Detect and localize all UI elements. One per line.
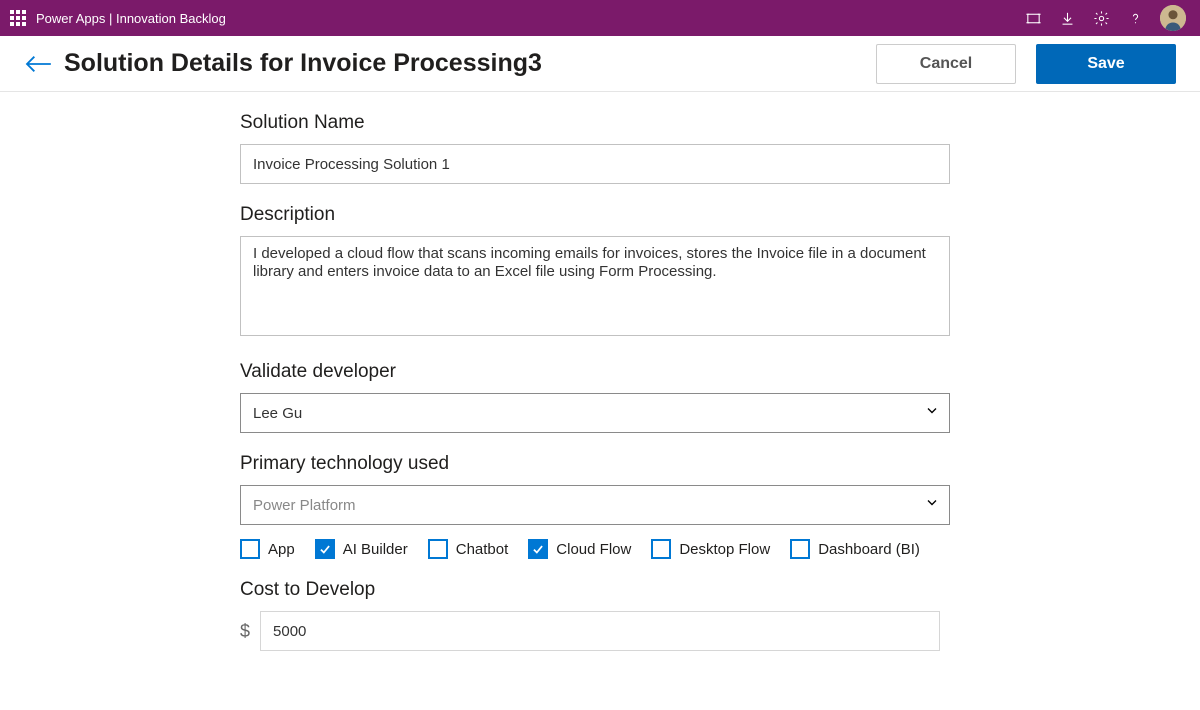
checkbox-box bbox=[528, 539, 548, 559]
validate-developer-label: Validate developer bbox=[240, 361, 950, 383]
field-solution-name: Solution Name bbox=[240, 112, 950, 184]
currency-symbol: $ bbox=[240, 621, 250, 642]
form: Solution Name Description I developed a … bbox=[0, 92, 960, 651]
checkbox-label: App bbox=[268, 541, 295, 558]
checkbox-chatbot[interactable]: Chatbot bbox=[428, 539, 509, 559]
checkbox-label: AI Builder bbox=[343, 541, 408, 558]
validate-developer-select[interactable]: Lee Gu bbox=[240, 393, 950, 433]
topbar-actions bbox=[1024, 5, 1186, 31]
page-title: Solution Details for Invoice Processing3 bbox=[64, 49, 542, 78]
field-cost: Cost to Develop $ bbox=[240, 579, 950, 651]
checkbox-label: Dashboard (BI) bbox=[818, 541, 920, 558]
description-input[interactable]: I developed a cloud flow that scans inco… bbox=[240, 236, 950, 336]
download-icon[interactable] bbox=[1058, 9, 1076, 27]
back-button[interactable] bbox=[20, 46, 56, 82]
cost-input[interactable] bbox=[260, 611, 940, 651]
checkbox-label: Cloud Flow bbox=[556, 541, 631, 558]
checkbox-dashboard-bi-[interactable]: Dashboard (BI) bbox=[790, 539, 920, 559]
checkbox-box bbox=[790, 539, 810, 559]
checkbox-label: Desktop Flow bbox=[679, 541, 770, 558]
page-header: Solution Details for Invoice Processing3… bbox=[0, 36, 1200, 92]
checkbox-box bbox=[651, 539, 671, 559]
avatar[interactable] bbox=[1160, 5, 1186, 31]
solution-name-label: Solution Name bbox=[240, 112, 950, 134]
description-label: Description bbox=[240, 204, 950, 226]
field-primary-technology: Primary technology used Power Platform A… bbox=[240, 453, 950, 559]
checkbox-desktop-flow[interactable]: Desktop Flow bbox=[651, 539, 770, 559]
topbar-title: Power Apps | Innovation Backlog bbox=[36, 11, 226, 26]
checkbox-label: Chatbot bbox=[456, 541, 509, 558]
primary-technology-value: Power Platform bbox=[253, 497, 356, 514]
solution-name-input[interactable] bbox=[240, 144, 950, 184]
primary-technology-label: Primary technology used bbox=[240, 453, 950, 475]
checkbox-box bbox=[315, 539, 335, 559]
checkbox-app[interactable]: App bbox=[240, 539, 295, 559]
help-icon[interactable] bbox=[1126, 9, 1144, 27]
field-validate-developer: Validate developer Lee Gu bbox=[240, 361, 950, 433]
gear-icon[interactable] bbox=[1092, 9, 1110, 27]
app-launcher-icon[interactable] bbox=[8, 8, 28, 28]
cost-label: Cost to Develop bbox=[240, 579, 950, 601]
topbar: Power Apps | Innovation Backlog bbox=[0, 0, 1200, 36]
checkbox-ai-builder[interactable]: AI Builder bbox=[315, 539, 408, 559]
checkbox-box bbox=[428, 539, 448, 559]
primary-technology-select[interactable]: Power Platform bbox=[240, 485, 950, 525]
frame-icon[interactable] bbox=[1024, 9, 1042, 27]
technology-checkboxes: App AI Builder Chatbot Cloud Flow Desktop Fl… bbox=[240, 539, 950, 559]
save-button[interactable]: Save bbox=[1036, 44, 1176, 84]
checkbox-cloud-flow[interactable]: Cloud Flow bbox=[528, 539, 631, 559]
field-description: Description I developed a cloud flow tha… bbox=[240, 204, 950, 341]
cancel-button[interactable]: Cancel bbox=[876, 44, 1016, 84]
checkbox-box bbox=[240, 539, 260, 559]
validate-developer-value: Lee Gu bbox=[253, 405, 302, 422]
